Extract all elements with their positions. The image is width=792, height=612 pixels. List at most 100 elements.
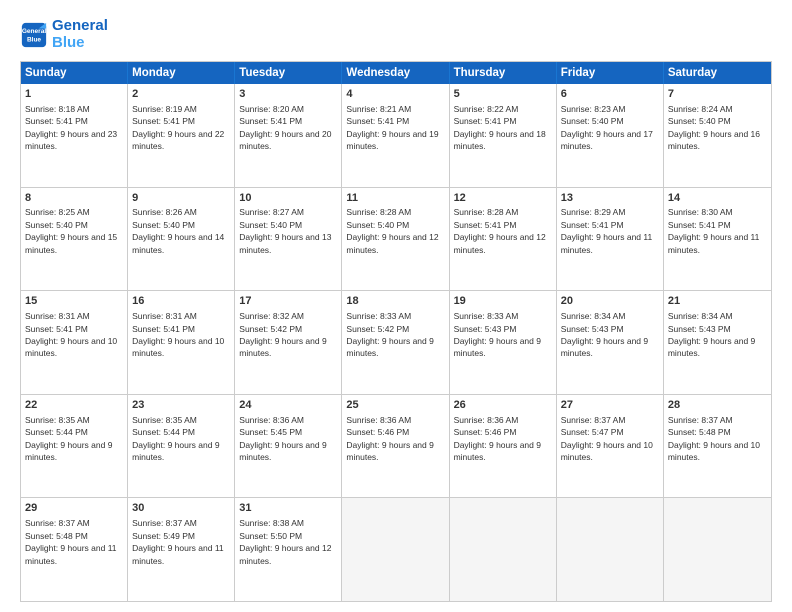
sunrise-info: Sunrise: 8:36 AM	[346, 415, 411, 425]
day-number: 18	[346, 294, 444, 309]
day-cell-7: 7 Sunrise: 8:24 AM Sunset: 5:40 PM Dayli…	[664, 84, 771, 187]
daylight-info: Daylight: 9 hours and 23 minutes.	[25, 129, 117, 151]
sunrise-info: Sunrise: 8:37 AM	[668, 415, 733, 425]
empty-cell	[342, 498, 449, 601]
day-cell-21: 21 Sunrise: 8:34 AM Sunset: 5:43 PM Dayl…	[664, 291, 771, 394]
sunrise-info: Sunrise: 8:27 AM	[239, 207, 304, 217]
sunrise-info: Sunrise: 8:37 AM	[132, 518, 197, 528]
day-number: 23	[132, 398, 230, 413]
sunset-info: Sunset: 5:41 PM	[132, 116, 195, 126]
header-day-wednesday: Wednesday	[342, 62, 449, 84]
sunset-info: Sunset: 5:41 PM	[132, 324, 195, 334]
daylight-info: Daylight: 9 hours and 10 minutes.	[561, 440, 653, 462]
sunset-info: Sunset: 5:48 PM	[668, 427, 731, 437]
sunrise-info: Sunrise: 8:36 AM	[454, 415, 519, 425]
daylight-info: Daylight: 9 hours and 9 minutes.	[454, 336, 541, 358]
sunset-info: Sunset: 5:49 PM	[132, 531, 195, 541]
sunrise-info: Sunrise: 8:26 AM	[132, 207, 197, 217]
daylight-info: Daylight: 9 hours and 9 minutes.	[239, 440, 326, 462]
day-cell-10: 10 Sunrise: 8:27 AM Sunset: 5:40 PM Dayl…	[235, 188, 342, 291]
daylight-info: Daylight: 9 hours and 10 minutes.	[132, 336, 224, 358]
sunset-info: Sunset: 5:40 PM	[668, 116, 731, 126]
sunrise-info: Sunrise: 8:35 AM	[132, 415, 197, 425]
page: General Blue General Blue SundayMondayTu…	[0, 0, 792, 612]
daylight-info: Daylight: 9 hours and 16 minutes.	[668, 129, 760, 151]
daylight-info: Daylight: 9 hours and 11 minutes.	[668, 232, 760, 254]
sunrise-info: Sunrise: 8:37 AM	[25, 518, 90, 528]
logo: General Blue General Blue	[20, 18, 108, 51]
day-cell-13: 13 Sunrise: 8:29 AM Sunset: 5:41 PM Dayl…	[557, 188, 664, 291]
sunset-info: Sunset: 5:42 PM	[239, 324, 302, 334]
empty-cell	[557, 498, 664, 601]
sunrise-info: Sunrise: 8:34 AM	[668, 311, 733, 321]
day-cell-26: 26 Sunrise: 8:36 AM Sunset: 5:46 PM Dayl…	[450, 395, 557, 498]
day-cell-9: 9 Sunrise: 8:26 AM Sunset: 5:40 PM Dayli…	[128, 188, 235, 291]
day-number: 11	[346, 191, 444, 206]
sunset-info: Sunset: 5:41 PM	[346, 116, 409, 126]
calendar-body: 1 Sunrise: 8:18 AM Sunset: 5:41 PM Dayli…	[21, 84, 771, 601]
day-number: 3	[239, 87, 337, 102]
day-number: 15	[25, 294, 123, 309]
day-number: 1	[25, 87, 123, 102]
day-number: 4	[346, 87, 444, 102]
daylight-info: Daylight: 9 hours and 9 minutes.	[561, 336, 648, 358]
daylight-info: Daylight: 9 hours and 18 minutes.	[454, 129, 546, 151]
day-cell-22: 22 Sunrise: 8:35 AM Sunset: 5:44 PM Dayl…	[21, 395, 128, 498]
sunset-info: Sunset: 5:44 PM	[132, 427, 195, 437]
daylight-info: Daylight: 9 hours and 10 minutes.	[25, 336, 117, 358]
sunrise-info: Sunrise: 8:25 AM	[25, 207, 90, 217]
sunset-info: Sunset: 5:41 PM	[25, 324, 88, 334]
logo-icon: General Blue	[20, 21, 48, 49]
day-cell-5: 5 Sunrise: 8:22 AM Sunset: 5:41 PM Dayli…	[450, 84, 557, 187]
daylight-info: Daylight: 9 hours and 9 minutes.	[132, 440, 219, 462]
day-cell-16: 16 Sunrise: 8:31 AM Sunset: 5:41 PM Dayl…	[128, 291, 235, 394]
day-cell-20: 20 Sunrise: 8:34 AM Sunset: 5:43 PM Dayl…	[557, 291, 664, 394]
sunset-info: Sunset: 5:45 PM	[239, 427, 302, 437]
header: General Blue General Blue	[20, 18, 772, 51]
daylight-info: Daylight: 9 hours and 10 minutes.	[668, 440, 760, 462]
day-number: 16	[132, 294, 230, 309]
day-number: 10	[239, 191, 337, 206]
header-day-thursday: Thursday	[450, 62, 557, 84]
day-cell-8: 8 Sunrise: 8:25 AM Sunset: 5:40 PM Dayli…	[21, 188, 128, 291]
day-number: 9	[132, 191, 230, 206]
daylight-info: Daylight: 9 hours and 9 minutes.	[25, 440, 112, 462]
header-day-saturday: Saturday	[664, 62, 771, 84]
calendar-week-5: 29 Sunrise: 8:37 AM Sunset: 5:48 PM Dayl…	[21, 498, 771, 601]
sunset-info: Sunset: 5:41 PM	[25, 116, 88, 126]
day-number: 27	[561, 398, 659, 413]
daylight-info: Daylight: 9 hours and 14 minutes.	[132, 232, 224, 254]
day-number: 28	[668, 398, 767, 413]
daylight-info: Daylight: 9 hours and 22 minutes.	[132, 129, 224, 151]
day-number: 6	[561, 87, 659, 102]
day-number: 7	[668, 87, 767, 102]
header-day-monday: Monday	[128, 62, 235, 84]
daylight-info: Daylight: 9 hours and 12 minutes.	[346, 232, 438, 254]
sunrise-info: Sunrise: 8:30 AM	[668, 207, 733, 217]
day-number: 13	[561, 191, 659, 206]
day-cell-30: 30 Sunrise: 8:37 AM Sunset: 5:49 PM Dayl…	[128, 498, 235, 601]
day-number: 5	[454, 87, 552, 102]
day-number: 25	[346, 398, 444, 413]
calendar-week-4: 22 Sunrise: 8:35 AM Sunset: 5:44 PM Dayl…	[21, 395, 771, 499]
day-number: 29	[25, 501, 123, 516]
sunset-info: Sunset: 5:41 PM	[239, 116, 302, 126]
svg-text:Blue: Blue	[27, 36, 41, 43]
daylight-info: Daylight: 9 hours and 9 minutes.	[454, 440, 541, 462]
sunrise-info: Sunrise: 8:37 AM	[561, 415, 626, 425]
day-cell-4: 4 Sunrise: 8:21 AM Sunset: 5:41 PM Dayli…	[342, 84, 449, 187]
sunrise-info: Sunrise: 8:28 AM	[346, 207, 411, 217]
empty-cell	[664, 498, 771, 601]
calendar-week-2: 8 Sunrise: 8:25 AM Sunset: 5:40 PM Dayli…	[21, 188, 771, 292]
svg-text:General: General	[22, 28, 46, 35]
daylight-info: Daylight: 9 hours and 12 minutes.	[239, 543, 331, 565]
daylight-info: Daylight: 9 hours and 12 minutes.	[454, 232, 546, 254]
logo-text: General Blue	[52, 18, 108, 51]
sunrise-info: Sunrise: 8:33 AM	[346, 311, 411, 321]
daylight-info: Daylight: 9 hours and 9 minutes.	[346, 336, 433, 358]
sunset-info: Sunset: 5:41 PM	[561, 220, 624, 230]
sunrise-info: Sunrise: 8:33 AM	[454, 311, 519, 321]
calendar-week-3: 15 Sunrise: 8:31 AM Sunset: 5:41 PM Dayl…	[21, 291, 771, 395]
sunset-info: Sunset: 5:43 PM	[454, 324, 517, 334]
sunrise-info: Sunrise: 8:19 AM	[132, 104, 197, 114]
